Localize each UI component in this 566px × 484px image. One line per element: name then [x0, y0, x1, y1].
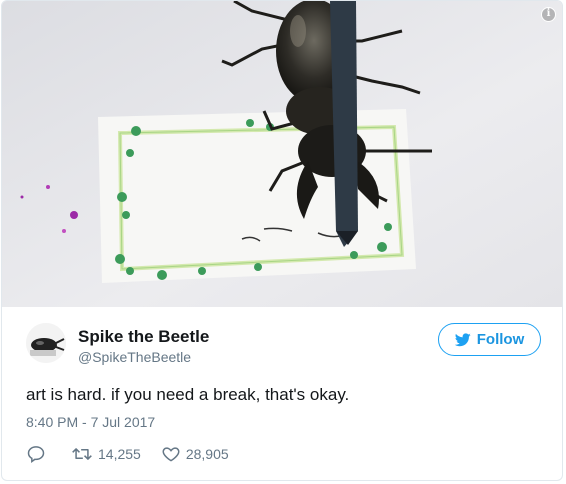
tweet-media-image[interactable]: i: [2, 1, 562, 307]
follow-button[interactable]: Follow: [438, 323, 541, 356]
reply-icon: [27, 446, 45, 463]
avatar[interactable]: [26, 323, 66, 363]
retweet-button[interactable]: 14,255: [71, 444, 141, 464]
display-name[interactable]: Spike the Beetle: [78, 327, 209, 347]
tweet-actions: 14,255 28,905: [26, 443, 229, 465]
beetle-avatar-icon: [26, 323, 66, 363]
reply-button[interactable]: [26, 444, 66, 464]
like-button[interactable]: 28,905: [161, 444, 229, 464]
follow-label: Follow: [476, 331, 525, 348]
heart-icon: [162, 447, 180, 462]
user-handle[interactable]: @SpikeTheBeetle: [78, 349, 191, 365]
bird-icon: [454, 332, 471, 346]
info-icon[interactable]: i: [541, 7, 556, 22]
tweet-card: i Spike the Beetle @SpikeTheBeetle Follo…: [1, 0, 563, 481]
like-count: 28,905: [185, 446, 229, 462]
tweet-timestamp[interactable]: 8:40 PM - 7 Jul 2017: [26, 414, 155, 430]
tweet-text: art is hard. if you need a break, that's…: [26, 385, 350, 404]
beetle-drawing-photo: [2, 1, 562, 307]
retweet-icon: [72, 448, 92, 460]
tweet-header: Spike the Beetle @SpikeTheBeetle Follow: [26, 323, 546, 371]
retweet-count: 14,255: [98, 446, 141, 462]
